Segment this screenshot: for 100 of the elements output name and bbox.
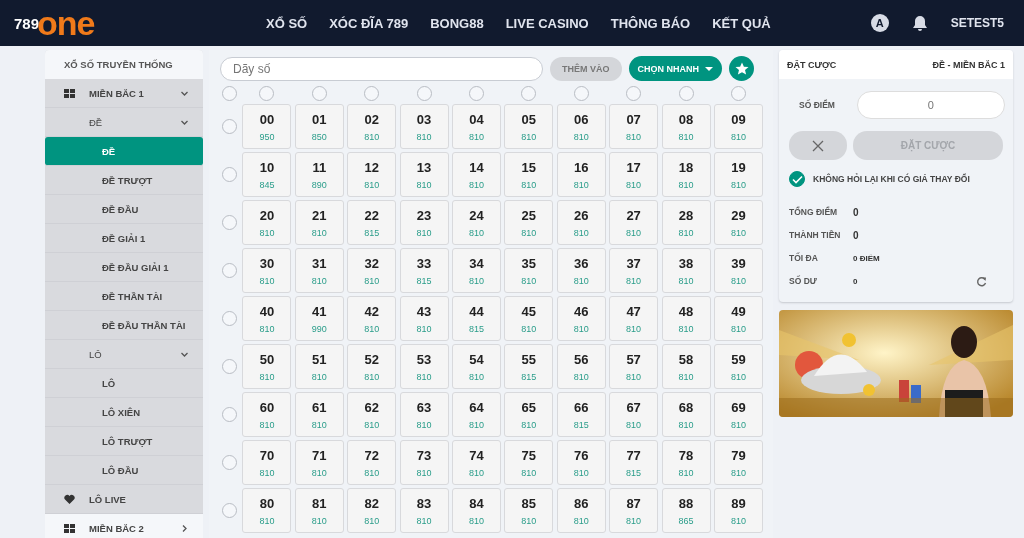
sidebar-item[interactable]: LÔ — [45, 340, 203, 369]
number-tile[interactable]: 04 810 — [451, 104, 501, 149]
number-tile[interactable]: 80 810 — [242, 488, 292, 533]
number-tile[interactable]: 27 810 — [609, 200, 659, 245]
number-tile[interactable]: 66 815 — [556, 392, 606, 437]
number-tile[interactable]: 72 810 — [347, 440, 397, 485]
number-tile[interactable]: 52 810 — [347, 344, 397, 389]
number-tile[interactable]: 08 810 — [661, 104, 711, 149]
column-checkbox[interactable] — [468, 86, 484, 101]
confirm-checkbox[interactable] — [789, 171, 805, 187]
number-tile[interactable]: 18 810 — [661, 152, 711, 197]
number-tile[interactable]: 09 810 — [713, 104, 763, 149]
favorite-button[interactable] — [729, 56, 754, 81]
score-field[interactable]: 0 — [856, 91, 1005, 119]
column-checkbox[interactable] — [311, 86, 327, 101]
number-tile[interactable]: 87 810 — [609, 488, 659, 533]
row-checkbox[interactable] — [222, 503, 237, 518]
number-tile[interactable]: 22 815 — [347, 200, 397, 245]
nav-link[interactable]: KẾT QUẢ — [712, 15, 771, 31]
number-tile[interactable]: 60 810 — [242, 392, 292, 437]
row-checkbox[interactable] — [222, 119, 237, 134]
column-checkbox[interactable] — [626, 86, 642, 101]
row-checkbox[interactable] — [222, 215, 237, 230]
sidebar-item[interactable]: MIỀN BẮC 2 — [45, 514, 203, 538]
sidebar-item[interactable]: ĐỀ TRƯỢT — [45, 166, 203, 195]
number-tile[interactable]: 02 810 — [347, 104, 397, 149]
number-tile[interactable]: 57 810 — [609, 344, 659, 389]
number-tile[interactable]: 30 810 — [242, 248, 292, 293]
logo-text[interactable]: one — [37, 6, 95, 40]
search-field[interactable]: Dãy số — [220, 56, 543, 81]
nav-link[interactable]: THÔNG BÁO — [610, 15, 691, 31]
number-tile[interactable]: 12 810 — [347, 152, 397, 197]
number-tile[interactable]: 14 810 — [451, 152, 501, 197]
logo-text[interactable]: 789 — [14, 14, 40, 32]
number-tile[interactable]: 25 810 — [504, 200, 554, 245]
number-tile[interactable]: 41 990 — [294, 296, 344, 341]
row-checkbox[interactable] — [222, 407, 237, 422]
number-tile[interactable]: 21 810 — [294, 200, 344, 245]
number-tile[interactable]: 39 810 — [713, 248, 763, 293]
number-tile[interactable]: 23 810 — [399, 200, 449, 245]
number-tile[interactable]: 42 810 — [347, 296, 397, 341]
number-tile[interactable]: 88 865 — [661, 488, 711, 533]
column-checkbox[interactable] — [259, 86, 275, 101]
sidebar-item[interactable]: ĐỀ ĐẦU THẦN TÀI — [45, 311, 203, 340]
number-tile[interactable]: 10 845 — [242, 152, 292, 197]
number-tile[interactable]: 65 810 — [504, 392, 554, 437]
number-tile[interactable]: 81 810 — [294, 488, 344, 533]
number-tile[interactable]: 13 810 — [399, 152, 449, 197]
number-tile[interactable]: 86 810 — [556, 488, 606, 533]
nav-link[interactable]: BONG88 — [430, 15, 484, 31]
number-tile[interactable]: 75 810 — [504, 440, 554, 485]
number-tile[interactable]: 37 810 — [609, 248, 659, 293]
number-tile[interactable]: 11 890 — [294, 152, 344, 197]
row-checkbox[interactable] — [222, 311, 237, 326]
nav-link[interactable]: XÓC ĐĨA 789 — [329, 15, 409, 31]
sidebar-item[interactable]: ĐỀ GIẢI 1 — [45, 224, 203, 253]
row-checkbox[interactable] — [222, 359, 237, 374]
number-tile[interactable]: 67 810 — [609, 392, 659, 437]
number-tile[interactable]: 00 950 — [242, 104, 292, 149]
column-checkbox[interactable] — [416, 86, 432, 101]
column-checkbox[interactable] — [573, 86, 589, 101]
number-tile[interactable]: 85 810 — [504, 488, 554, 533]
column-checkbox[interactable] — [730, 86, 746, 101]
number-tile[interactable]: 63 810 — [399, 392, 449, 437]
chevron-right-icon[interactable] — [180, 523, 189, 533]
number-tile[interactable]: 59 810 — [713, 344, 763, 389]
number-tile[interactable]: 34 810 — [451, 248, 501, 293]
number-tile[interactable]: 16 810 — [556, 152, 606, 197]
row-checkbox[interactable] — [222, 167, 237, 182]
sidebar-item[interactable]: MIỀN BẮC 1 — [45, 79, 203, 108]
number-tile[interactable]: 06 810 — [556, 104, 606, 149]
number-tile[interactable]: 07 810 — [609, 104, 659, 149]
number-tile[interactable]: 76 810 — [556, 440, 606, 485]
number-tile[interactable]: 56 810 — [556, 344, 606, 389]
number-tile[interactable]: 46 810 — [556, 296, 606, 341]
column-checkbox[interactable] — [678, 86, 694, 101]
number-tile[interactable]: 29 810 — [713, 200, 763, 245]
sidebar-item[interactable]: LÔ — [45, 369, 203, 398]
number-tile[interactable]: 89 810 — [713, 488, 763, 533]
number-tile[interactable]: 33 815 — [399, 248, 449, 293]
username[interactable]: SETEST5 — [950, 16, 1004, 30]
refresh-icon[interactable] — [976, 275, 987, 287]
sidebar-item[interactable]: LÔ XIÊN — [45, 398, 203, 427]
number-tile[interactable]: 82 810 — [347, 488, 397, 533]
number-tile[interactable]: 84 810 — [451, 488, 501, 533]
number-tile[interactable]: 45 810 — [504, 296, 554, 341]
number-tile[interactable]: 48 810 — [661, 296, 711, 341]
number-tile[interactable]: 15 810 — [504, 152, 554, 197]
number-tile[interactable]: 69 810 — [713, 392, 763, 437]
number-tile[interactable]: 43 810 — [399, 296, 449, 341]
number-tile[interactable]: 78 810 — [661, 440, 711, 485]
number-tile[interactable]: 17 810 — [609, 152, 659, 197]
number-tile[interactable]: 24 810 — [451, 200, 501, 245]
nav-link[interactable]: XỔ SỐ — [266, 15, 308, 31]
sidebar-item[interactable]: ĐỀ ĐẦU — [45, 195, 203, 224]
number-tile[interactable]: 71 810 — [294, 440, 344, 485]
number-tile[interactable]: 54 810 — [451, 344, 501, 389]
sidebar-item[interactable]: ĐỀ THẦN TÀI — [45, 282, 203, 311]
column-checkbox[interactable] — [521, 86, 537, 101]
number-tile[interactable]: 55 815 — [504, 344, 554, 389]
